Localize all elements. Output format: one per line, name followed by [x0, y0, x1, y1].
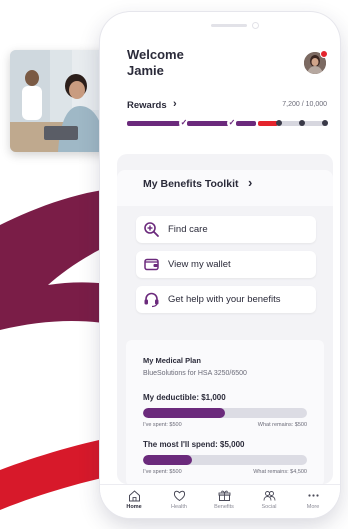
lifestyle-photo — [10, 50, 112, 152]
nav-benefits-label: Benefits — [214, 504, 234, 510]
nav-more[interactable]: More — [293, 489, 333, 510]
chevron-right-icon: › — [248, 175, 253, 190]
max-spend-remains: What remains: $4,500 — [253, 469, 307, 475]
nav-benefits[interactable]: Benefits — [204, 489, 244, 510]
toolkit-header[interactable]: My Benefits Toolkit › — [117, 170, 333, 206]
nav-health-label: Health — [171, 504, 187, 510]
milestone-dot — [322, 120, 328, 126]
welcome-greeting: Welcome Jamie — [127, 47, 267, 79]
content-panel: My Benefits Toolkit › Find care View my … — [117, 154, 333, 486]
rewards-progress-bar: ✓ ✓ — [127, 118, 328, 128]
wallet-icon — [143, 256, 160, 273]
view-wallet-button[interactable]: View my wallet — [136, 251, 316, 278]
heart-icon — [173, 489, 186, 502]
find-care-button[interactable]: Find care — [136, 216, 316, 243]
search-plus-icon — [143, 221, 160, 238]
rewards-segment — [127, 121, 180, 126]
rewards-points: 7,200 / 10,000 — [282, 101, 327, 108]
milestone-dot — [276, 120, 282, 126]
find-care-label: Find care — [168, 224, 208, 235]
nav-social-label: Social — [261, 504, 277, 510]
rewards-label: Rewards — [127, 100, 167, 111]
view-wallet-label: View my wallet — [168, 259, 231, 270]
get-help-label: Get help with your benefits — [168, 294, 281, 305]
plan-title: My Medical Plan — [143, 356, 201, 365]
max-spend-title: The most I'll spend: $5,000 — [143, 440, 245, 449]
max-spend-progress-fill — [143, 455, 193, 465]
chevron-right-icon: › — [173, 98, 177, 110]
get-help-button[interactable]: Get help with your benefits — [136, 286, 316, 313]
nav-home[interactable]: Home — [114, 489, 154, 510]
deductible-remains: What remains: $500 — [257, 422, 307, 428]
deductible-title: My deductible: $1,000 — [143, 393, 226, 402]
phone-camera — [252, 22, 259, 29]
social-icon — [263, 489, 276, 502]
home-icon — [128, 489, 141, 502]
notification-dot — [320, 50, 328, 58]
bottom-nav: Home Health Benefits Social More — [100, 484, 340, 518]
toolkit-title: My Benefits Toolkit — [143, 178, 239, 190]
max-spend-spent: I've spent: $500 — [143, 469, 182, 475]
rewards-link[interactable]: Rewards › 7,200 / 10,000 — [127, 98, 327, 114]
plan-subtitle: BlueSolutions for HSA 3250/6500 — [143, 370, 247, 377]
nav-social[interactable]: Social — [249, 489, 289, 510]
max-spend-progress-bar — [143, 455, 307, 465]
rewards-segment — [187, 121, 229, 126]
rewards-segment-current — [258, 121, 278, 126]
deductible-progress-fill — [143, 408, 225, 418]
milestone-dot — [299, 120, 305, 126]
deductible-progress-bar — [143, 408, 307, 418]
nav-health[interactable]: Health — [159, 489, 199, 510]
rewards-segment — [236, 121, 256, 126]
nav-home-label: Home — [126, 504, 142, 510]
welcome-line-1: Welcome — [127, 47, 184, 62]
headset-icon — [143, 291, 160, 308]
phone-frame: Welcome Jamie Rewards › 7,200 / 10,000 ✓… — [100, 12, 340, 518]
nav-more-label: More — [306, 504, 320, 510]
user-avatar[interactable] — [304, 50, 328, 74]
deductible-spent: I've spent: $500 — [143, 422, 182, 428]
more-icon — [307, 489, 320, 502]
benefits-icon — [218, 489, 231, 502]
phone-speaker — [211, 24, 247, 27]
user-name: Jamie — [127, 63, 164, 78]
medical-plan-card[interactable]: My Medical Plan BlueSolutions for HSA 32… — [126, 340, 324, 486]
